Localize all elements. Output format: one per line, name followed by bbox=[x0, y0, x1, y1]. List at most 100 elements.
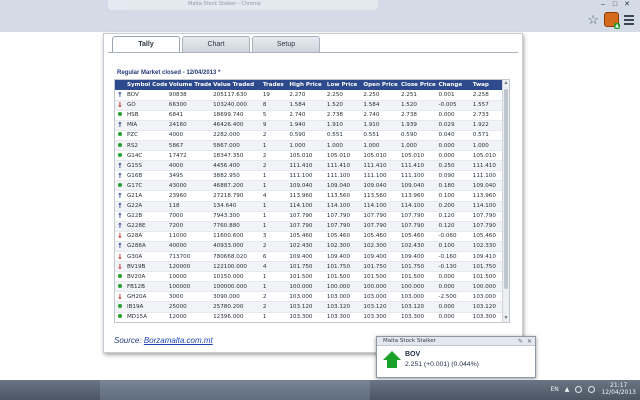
scroll-thumb[interactable] bbox=[504, 89, 508, 289]
taskbar-task-area[interactable] bbox=[100, 380, 370, 400]
column-header[interactable]: Change bbox=[436, 80, 471, 90]
table-row[interactable]: BV20A 10000 10150.000 1 101.500 101.500 101.50… bbox=[115, 271, 504, 283]
volume-icon[interactable] bbox=[588, 385, 596, 393]
table-row[interactable]: MD15A 12000 12396.000 1 103.300 103.300 103.30… bbox=[115, 312, 504, 322]
cell-open: 111.100 bbox=[361, 170, 399, 182]
arrow-up-icon: ↑ bbox=[115, 170, 125, 182]
column-header[interactable]: Value Traded bbox=[211, 80, 261, 90]
browser-chrome: Malta Stock Stalker - Chrome – □ ✕ ☆ ▲ bbox=[0, 0, 640, 32]
tab-chart[interactable]: Chart bbox=[182, 36, 250, 52]
column-header[interactable]: Volume Traded bbox=[166, 80, 212, 90]
cell-open: 103.300 bbox=[361, 312, 399, 322]
cell-value: 3882.950 bbox=[211, 170, 261, 182]
cell-low: 113.560 bbox=[324, 190, 362, 202]
table-row[interactable]: HSB 6841 18699.740 5 2.740 2.738 2.740 2.738 0.0… bbox=[115, 110, 504, 121]
cell-low: 109.400 bbox=[324, 251, 362, 263]
cell-twap: 100.000 bbox=[470, 281, 504, 293]
unchanged-dot-icon bbox=[115, 150, 125, 162]
stock-notification[interactable]: Malta Stock Stalker ✎ ✕ BOV 2.251 (+0.00… bbox=[376, 336, 536, 378]
bookmark-star-icon[interactable]: ☆ bbox=[587, 12, 599, 27]
table-row[interactable]: ↓ GO 66300 103240.000 8 1.584 1.520 1.584 1.520-… bbox=[115, 100, 504, 111]
table-row[interactable]: G14C 17472 18347.350 2 105.010 105.010 105.010… bbox=[115, 150, 504, 162]
table-scrollbar[interactable]: ▲ ▼ bbox=[502, 80, 509, 322]
column-header[interactable]: Twap bbox=[470, 80, 504, 90]
cell-high: 103.000 bbox=[287, 291, 325, 303]
cell-symbol: G16B bbox=[124, 170, 167, 182]
table-row[interactable]: ↑ MIA 24160 46426.400 9 1.940 1.910 1.910 1.939 0… bbox=[115, 120, 504, 131]
system-tray: EN ▲ 21:17 12/04/2013 bbox=[551, 382, 637, 396]
cell-volume: 23960 bbox=[166, 190, 212, 202]
cell-high: 2.270 bbox=[287, 90, 325, 101]
table-row[interactable]: ↑ G288A 40000 40933.000 2 102.430 102.300 102.3… bbox=[115, 241, 504, 253]
network-icon[interactable] bbox=[575, 385, 583, 393]
cell-value: 40933.000 bbox=[211, 241, 261, 253]
cell-trades: 1 bbox=[260, 312, 288, 322]
cell-close: 1.520 bbox=[398, 100, 437, 111]
cell-change: 0.120 bbox=[436, 211, 471, 222]
tray-expand-icon[interactable]: ▲ bbox=[565, 386, 570, 393]
cell-value: 46887.200 bbox=[211, 180, 261, 192]
cell-change: 0.100 bbox=[436, 190, 471, 202]
table-row[interactable]: ↑ G228E 7200 7760.880 1 107.790 107.790 107.790… bbox=[115, 221, 504, 232]
cell-change: 0.250 bbox=[436, 160, 471, 172]
column-header[interactable]: Trades bbox=[260, 80, 288, 90]
table-row[interactable]: ↓ G28A 11000 11600.600 3 105.460 105.460 105.46… bbox=[115, 231, 504, 242]
tab-setup[interactable]: Setup bbox=[252, 36, 320, 52]
cell-low: 105.010 bbox=[324, 150, 362, 162]
table-row[interactable]: ↑ G21A 23960 27218.790 4 113.960 113.560 113.56… bbox=[115, 190, 504, 202]
arrow-up-icon: ↑ bbox=[115, 241, 125, 253]
cell-symbol: G28A bbox=[124, 231, 167, 242]
cell-close: 111.410 bbox=[398, 160, 437, 172]
cell-high: 107.790 bbox=[287, 211, 325, 222]
clock[interactable]: 21:17 12/04/2013 bbox=[601, 382, 636, 396]
table-row[interactable]: IB19A 25000 25780.200 2 103.120 103.120 103.12… bbox=[115, 301, 504, 313]
arrow-up-icon: ↑ bbox=[115, 120, 125, 131]
column-header[interactable]: Close Price bbox=[398, 80, 437, 90]
cell-high: 103.300 bbox=[287, 312, 325, 322]
close-icon[interactable]: ✕ bbox=[527, 337, 532, 346]
table-row[interactable]: PZC 4000 2282.000 2 0.590 0.551 0.551 0.590 0.04… bbox=[115, 130, 504, 141]
unchanged-dot-icon bbox=[115, 271, 125, 283]
tab-tally[interactable]: Tally bbox=[112, 36, 180, 53]
cell-value: 780668.020 bbox=[211, 251, 261, 263]
table-row[interactable]: ↓ G30A 713700 780668.020 6 109.400 109.400 109.… bbox=[115, 251, 504, 263]
source-link[interactable]: Borzamalta.com.mt bbox=[144, 336, 213, 345]
column-header[interactable]: Open Price bbox=[361, 80, 399, 90]
table-row[interactable]: G17C 43000 46887.200 1 109.040 109.040 109.040… bbox=[115, 180, 504, 192]
cell-twap: 101.500 bbox=[470, 271, 504, 283]
table-row[interactable]: ↑ G22A 118 134.640 1 114.100 114.100 114.100 114… bbox=[115, 201, 504, 212]
column-header[interactable]: Low Price bbox=[324, 80, 362, 90]
wrench-icon[interactable]: ✎ bbox=[518, 337, 523, 346]
table-row[interactable]: ↑ G15S 4000 4456.400 2 111.410 111.410 111.410 1… bbox=[115, 160, 504, 172]
malta-stock-stalker-extension-icon[interactable]: ▲ bbox=[604, 12, 620, 29]
cell-open: 105.010 bbox=[361, 150, 399, 162]
maximize-icon[interactable]: □ bbox=[610, 0, 620, 8]
column-header[interactable]: Symbol Code bbox=[124, 80, 167, 90]
cell-high: 107.790 bbox=[287, 221, 325, 232]
cell-twap: 105.460 bbox=[470, 231, 504, 242]
minimize-icon[interactable]: – bbox=[598, 0, 608, 8]
scroll-up-icon[interactable]: ▲ bbox=[503, 80, 509, 87]
browser-menu-icon[interactable] bbox=[624, 14, 634, 25]
table-row[interactable]: ↑ G16B 3495 3882.950 1 111.100 111.100 111.100 1… bbox=[115, 170, 504, 182]
tab-divider bbox=[108, 52, 518, 53]
arrow-down-icon: ↓ bbox=[115, 261, 125, 273]
cell-volume: 40000 bbox=[166, 241, 212, 253]
cell-twap: 107.790 bbox=[470, 211, 504, 222]
cell-trades: 5 bbox=[260, 110, 288, 121]
language-indicator[interactable]: EN bbox=[551, 386, 559, 393]
arrow-down-icon: ↓ bbox=[115, 231, 125, 242]
table-row[interactable]: ↑ G22B 7000 7943.300 1 107.790 107.790 107.790 1… bbox=[115, 211, 504, 222]
table-row[interactable]: ↓ GH20A 3000 3090.000 2 103.000 103.000 103.000… bbox=[115, 291, 504, 303]
scroll-down-icon[interactable]: ▼ bbox=[503, 315, 509, 322]
cell-low: 2.738 bbox=[324, 110, 362, 121]
table-row[interactable]: ↑ BOV 90838 205117.630 19 2.270 2.250 2.250 2.25… bbox=[115, 90, 504, 101]
table-row[interactable]: FB12B 100000 100000.000 1 100.000 100.000 100.… bbox=[115, 281, 504, 293]
cell-trades: 1 bbox=[260, 271, 288, 283]
browser-tab-strip[interactable]: Malta Stock Stalker - Chrome bbox=[108, 0, 378, 10]
table-row[interactable]: ↓ BV19B 120000 122100.000 4 101.750 101.750 101… bbox=[115, 261, 504, 273]
cell-change: -0.130 bbox=[436, 261, 471, 273]
close-icon[interactable]: ✕ bbox=[622, 0, 632, 8]
table-row[interactable]: RS2 5867 5867.000 1 1.000 1.000 1.000 1.000 0.00… bbox=[115, 140, 504, 152]
column-header[interactable]: High Price bbox=[287, 80, 325, 90]
